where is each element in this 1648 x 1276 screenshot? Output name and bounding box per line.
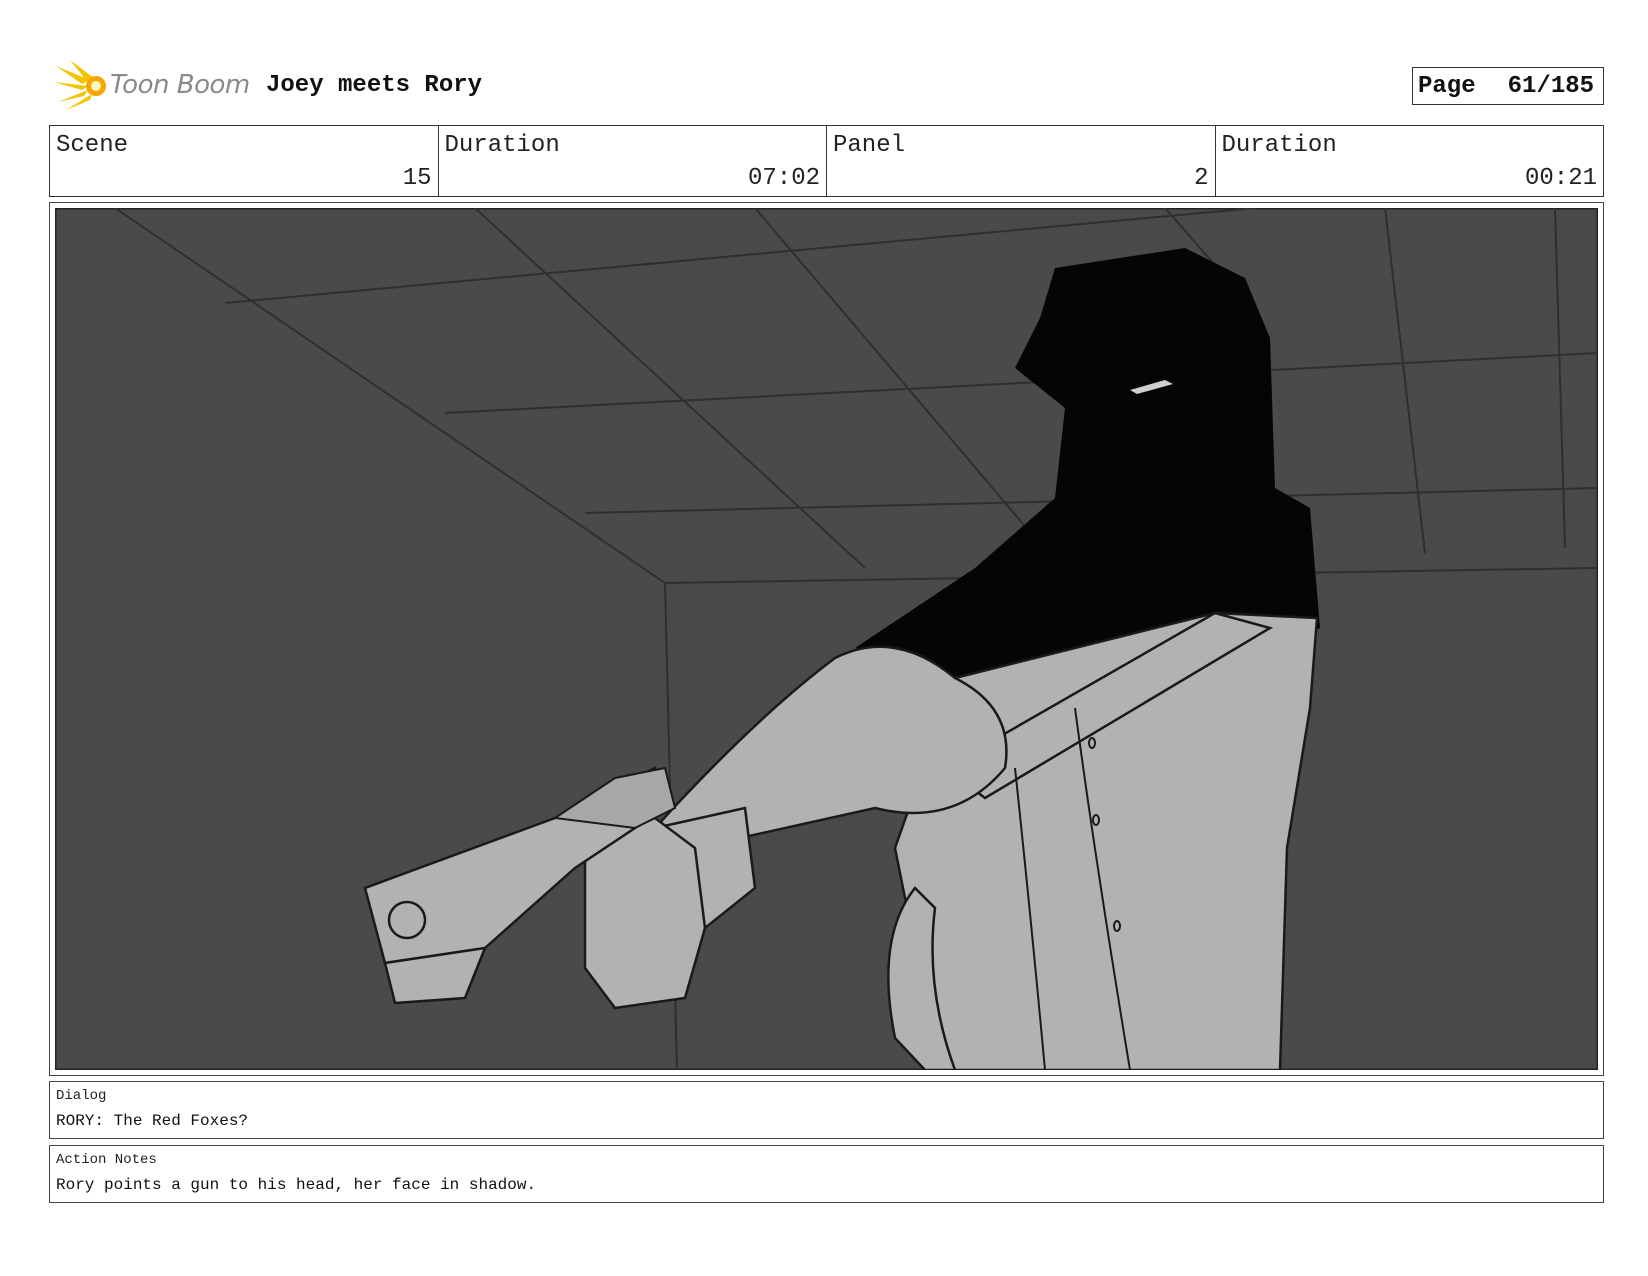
project-title: Joey meets Rory	[266, 72, 483, 99]
page-indicator: Page 61/185	[1412, 67, 1604, 105]
dialog-text: RORY: The Red Foxes?	[56, 1112, 249, 1130]
scene-label: Scene	[56, 132, 129, 159]
action-notes-label: Action Notes	[56, 1152, 157, 1168]
scene-duration-cell: Duration 07:02	[439, 126, 827, 196]
action-notes-text: Rory points a gun to his head, her face …	[56, 1176, 537, 1194]
panel-cell: Panel 2	[827, 126, 1216, 196]
panel-duration-value: 00:21	[1524, 165, 1597, 192]
action-notes-box: Action Notes Rory points a gun to his he…	[49, 1145, 1604, 1203]
scene-cell: Scene 15	[50, 126, 439, 196]
dialog-box: Dialog RORY: The Red Foxes?	[49, 1081, 1604, 1139]
panel-drawing	[55, 208, 1598, 1070]
logo-wordmark: Toon Boom	[110, 70, 250, 100]
scene-duration-label: Duration	[444, 132, 560, 159]
panel-duration-cell: Duration 00:21	[1216, 126, 1604, 196]
panel-value: 2	[1194, 165, 1209, 192]
scene-duration-value: 07:02	[747, 165, 820, 192]
panel-background	[55, 208, 1598, 1070]
dialog-label: Dialog	[56, 1088, 107, 1104]
scene-info-table: Scene 15 Duration 07:02 Panel 2 Duration…	[49, 125, 1604, 197]
page-number: 61/185	[1507, 72, 1595, 100]
storyboard-panel	[49, 202, 1604, 1076]
page-label: Page	[1418, 72, 1476, 100]
scene-value: 15	[402, 165, 432, 192]
panel-duration-label: Duration	[1221, 132, 1337, 159]
panel-label: Panel	[833, 132, 906, 159]
gun-muzzle	[387, 900, 427, 940]
